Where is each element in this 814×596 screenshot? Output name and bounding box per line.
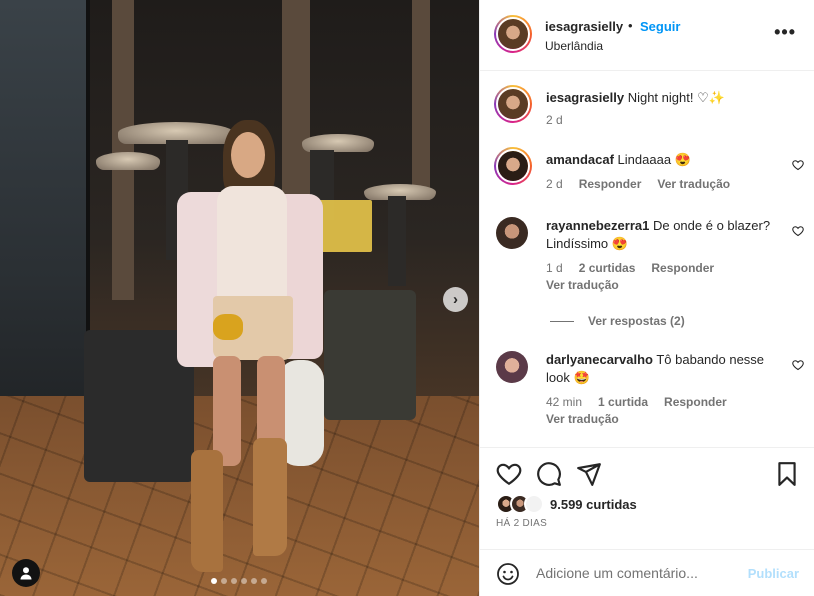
caption-emojis: ♡✨ — [697, 90, 725, 105]
post-actions: 9.599 curtidas HÁ 2 DIAS — [480, 447, 814, 539]
post-time[interactable]: HÁ 2 DIAS — [496, 518, 547, 529]
carousel-dot — [221, 578, 227, 584]
comment-emoji: 😍 — [611, 236, 628, 251]
comment-emoji: 🤩 — [573, 370, 590, 385]
carousel-dot — [251, 578, 257, 584]
person — [165, 120, 325, 580]
reply-button[interactable]: Responder — [664, 395, 727, 409]
comment-meta: Ver tradução — [546, 412, 619, 426]
comment-composer: Publicar — [480, 549, 814, 596]
share-icon[interactable] — [576, 461, 602, 487]
commenter-avatar[interactable] — [494, 147, 532, 185]
comments-list: iesagrasielly Night night! ♡✨ 2 d amanda… — [480, 71, 814, 447]
comment-meta: 42 min 1 curtida Responder — [546, 395, 727, 409]
commenter-avatar[interactable] — [496, 351, 528, 383]
patio-heater — [96, 152, 160, 170]
post-detail-panel: iesagrasielly • Seguir Uberlândia ••• ie… — [479, 0, 814, 596]
likes-summary[interactable]: 9.599 curtidas — [496, 494, 637, 514]
planter — [324, 290, 416, 420]
translate-button[interactable]: Ver tradução — [546, 412, 619, 426]
comment-age[interactable]: 42 min — [546, 395, 582, 409]
comment-age[interactable]: 2 d — [546, 177, 563, 191]
like-comment-icon[interactable] — [792, 225, 804, 237]
comment-text: Lindaaaa — [617, 152, 672, 167]
caption-username[interactable]: iesagrasielly — [546, 90, 624, 105]
post-location[interactable]: Uberlândia — [545, 39, 603, 53]
like-comment-icon[interactable] — [792, 359, 804, 371]
emoji-icon[interactable] — [496, 562, 520, 586]
translate-button[interactable]: Ver tradução — [546, 278, 619, 292]
handbag — [213, 314, 243, 340]
comment-meta: Ver tradução — [546, 278, 619, 292]
caption-meta: 2 d — [546, 113, 563, 127]
reply-button[interactable]: Responder — [579, 177, 642, 191]
user-icon — [20, 567, 32, 580]
comment-age[interactable]: 1 d — [546, 261, 563, 275]
carousel-dot — [261, 578, 267, 584]
patio-heater-pole — [388, 196, 406, 286]
more-options-icon[interactable]: ••• — [774, 22, 796, 43]
comment-input[interactable] — [536, 562, 736, 584]
caption-text: Night night! — [627, 90, 694, 105]
comment-likes[interactable]: 1 curtida — [598, 395, 648, 409]
commenter-avatar[interactable] — [496, 217, 528, 249]
view-replies-label: Ver respostas (2) — [588, 314, 685, 328]
comment-meta: 2 d Responder Ver tradução — [546, 177, 730, 191]
comment-icon[interactable] — [536, 461, 562, 487]
carousel-dot — [241, 578, 247, 584]
carousel-dot — [231, 578, 237, 584]
background-tree — [412, 0, 430, 200]
view-replies-button[interactable]: Ver respostas (2) — [550, 314, 685, 328]
likes-count[interactable]: 9.599 curtidas — [550, 497, 637, 512]
author-avatar[interactable] — [494, 15, 532, 53]
save-icon[interactable] — [774, 461, 800, 487]
like-comment-icon[interactable] — [792, 159, 804, 171]
comment-likes[interactable]: 2 curtidas — [579, 261, 636, 275]
boot — [191, 450, 223, 572]
follow-button[interactable]: Seguir — [640, 19, 680, 34]
caption-age[interactable]: 2 d — [546, 113, 563, 127]
reply-button[interactable]: Responder — [651, 261, 714, 275]
publish-button[interactable]: Publicar — [748, 566, 799, 581]
translate-button[interactable]: Ver tradução — [657, 177, 730, 191]
background-tree — [112, 0, 134, 300]
boot — [253, 438, 287, 556]
liker-avatar — [524, 494, 544, 514]
comment-emoji: 😍 — [674, 152, 691, 167]
author-avatar[interactable] — [494, 85, 532, 123]
carousel-next-button[interactable]: › — [443, 287, 468, 312]
divider-line — [550, 320, 574, 322]
post-photo[interactable]: › — [0, 0, 479, 596]
comment-username[interactable]: darlyanecarvalho — [546, 352, 653, 367]
tagged-users-button[interactable] — [12, 559, 40, 587]
comment-meta: 1 d 2 curtidas Responder — [546, 261, 714, 275]
separator-dot: • — [628, 18, 633, 33]
comment-username[interactable]: rayannebezerra1 — [546, 218, 649, 233]
like-icon[interactable] — [496, 461, 522, 487]
comment-username[interactable]: amandacaf — [546, 152, 614, 167]
post-header: iesagrasielly • Seguir Uberlândia ••• — [480, 0, 814, 71]
carousel-indicator — [211, 578, 267, 584]
carousel-dot — [211, 578, 217, 584]
author-username[interactable]: iesagrasielly — [545, 19, 623, 34]
